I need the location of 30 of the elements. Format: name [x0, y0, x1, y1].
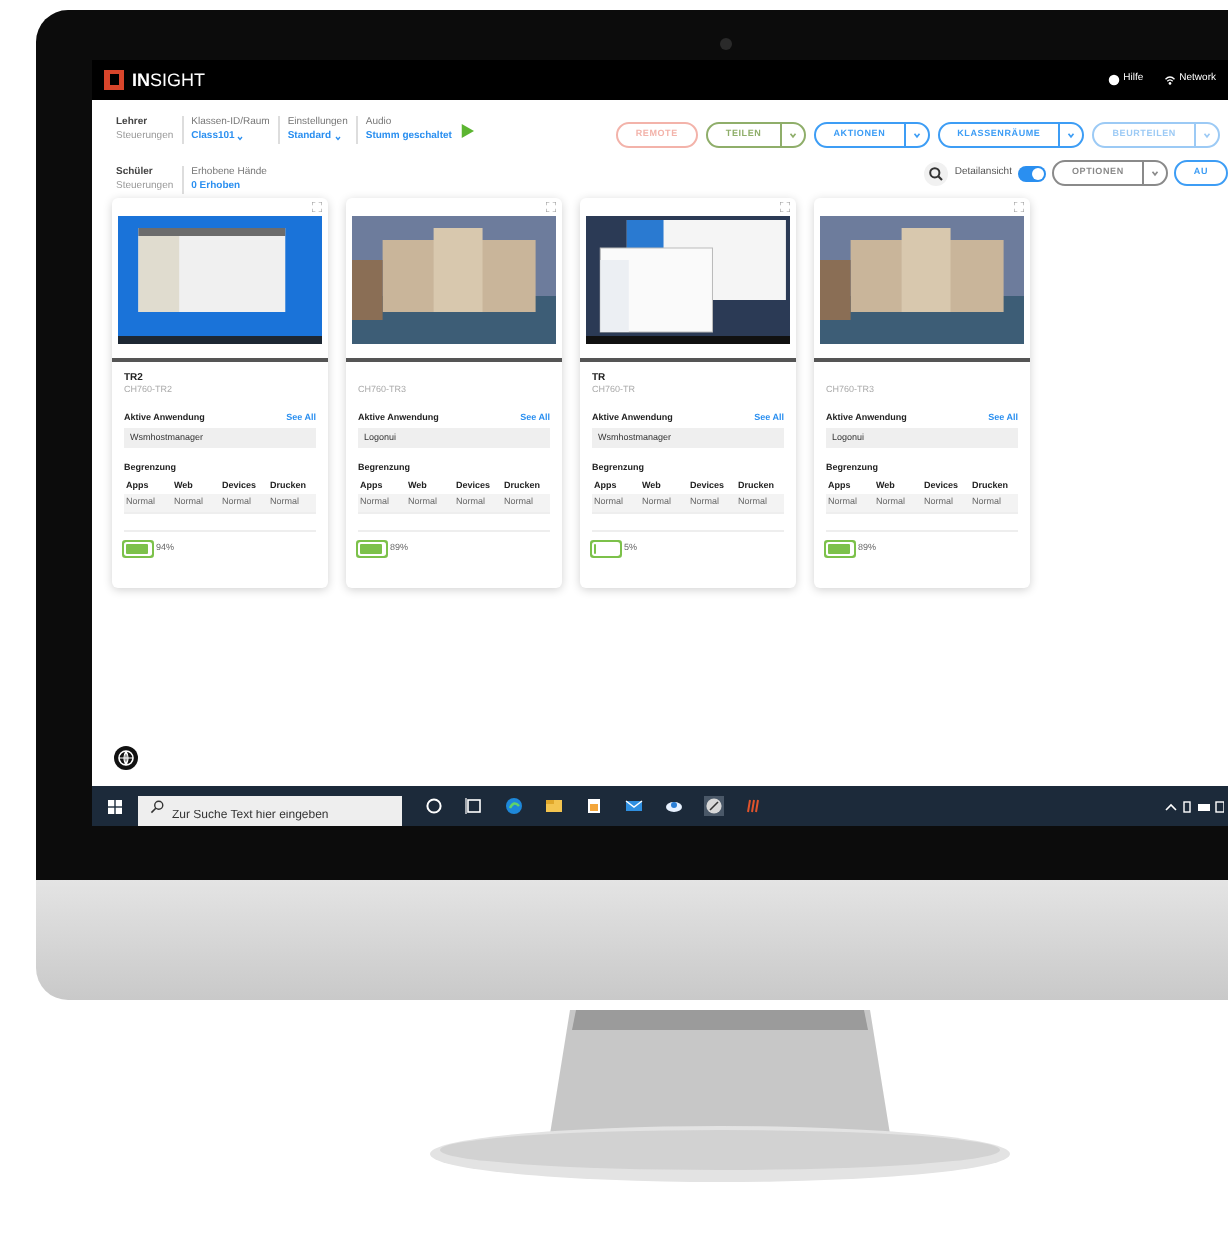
cloud-icon[interactable]: [664, 796, 684, 816]
app-logo-text: INSIGHT: [132, 71, 206, 89]
app-icon[interactable]: [744, 796, 764, 816]
battery-icon: [828, 543, 852, 553]
caret-icon: [1066, 130, 1077, 140]
browser-icon[interactable]: [504, 796, 524, 816]
caret-icon: [1202, 130, 1212, 140]
caret-icon: [333, 133, 341, 141]
folder-icon[interactable]: [544, 796, 564, 816]
caret-icon: [787, 130, 798, 140]
play-icon[interactable]: [459, 124, 474, 138]
system-tray-icon[interactable]: [1164, 798, 1224, 814]
caret-icon: [236, 133, 245, 141]
search-icon: [150, 799, 164, 813]
wifi-icon: [1163, 74, 1176, 86]
caret-icon: [911, 130, 922, 140]
app-icon[interactable]: [704, 796, 724, 816]
task-view-icon[interactable]: [464, 796, 484, 816]
windows-start-icon[interactable]: [108, 799, 122, 813]
globe-icon[interactable]: [114, 746, 138, 770]
logo-icon: [104, 70, 124, 90]
store-icon[interactable]: [584, 796, 604, 816]
battery-icon: [360, 543, 384, 553]
search-icon[interactable]: [924, 161, 949, 185]
help-icon: [1107, 74, 1120, 86]
cortana-icon[interactable]: [424, 796, 444, 816]
battery-icon: [126, 543, 150, 553]
mail-icon[interactable]: [624, 796, 644, 816]
caret-icon: [1149, 168, 1160, 178]
toggle-switch[interactable]: [1017, 165, 1046, 181]
